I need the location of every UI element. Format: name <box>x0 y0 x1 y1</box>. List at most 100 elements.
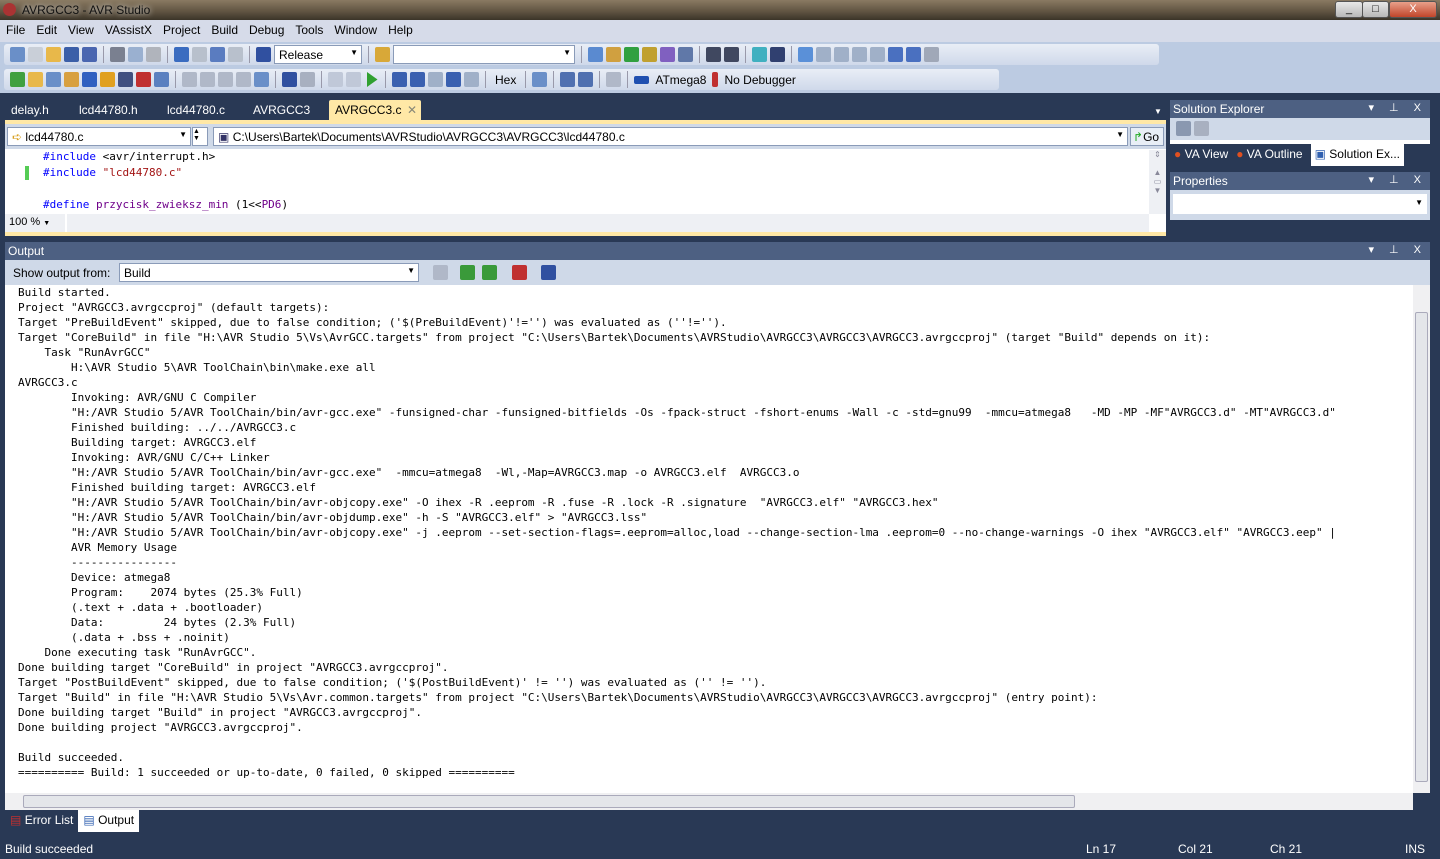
stop-icon[interactable] <box>300 72 315 87</box>
pane-controls[interactable]: ▾ ⊥ X <box>1368 173 1427 186</box>
editor-horizontal-scrollbar[interactable] <box>67 214 1149 232</box>
maximize-button[interactable]: □ <box>1362 1 1389 18</box>
surround-icon[interactable] <box>118 72 133 87</box>
debugger-button[interactable]: No Debugger <box>721 73 798 87</box>
increase-indent-icon[interactable] <box>724 47 739 62</box>
play-icon[interactable] <box>367 72 378 87</box>
paste-snippet-icon[interactable] <box>154 72 169 87</box>
menu-vassistx[interactable]: VAssistX <box>99 20 157 37</box>
menu-build[interactable]: Build <box>205 20 243 37</box>
keyboard-icon[interactable] <box>578 72 594 87</box>
menu-project[interactable]: Project <box>157 20 205 37</box>
close-button[interactable]: X <box>1389 1 1437 18</box>
next-bookmark-doc-icon[interactable] <box>906 47 921 62</box>
tab-avrgcc3-c[interactable]: AVRGCC3.c ✕ <box>329 100 421 120</box>
prev-bookmark-icon[interactable] <box>816 47 831 62</box>
menu-file[interactable]: File <box>0 20 30 37</box>
find-message-icon[interactable] <box>433 265 448 280</box>
minimize-button[interactable]: _ <box>1335 1 1363 18</box>
erase-icon[interactable] <box>606 72 622 87</box>
undo-icon[interactable] <box>174 47 189 62</box>
step-into-icon[interactable] <box>392 72 407 87</box>
registers-icon[interactable] <box>218 72 233 87</box>
tab-output[interactable]: ▤ Output <box>78 810 140 832</box>
output-source-select[interactable]: Build ▼ <box>119 263 419 282</box>
tab-solution-explorer[interactable]: ▣ Solution Ex... <box>1310 144 1404 166</box>
output-text[interactable]: Build started. Project "AVRGCC3.avrgccpro… <box>5 285 1413 793</box>
menu-debug[interactable]: Debug <box>243 20 289 37</box>
start-debugging-icon[interactable] <box>256 47 271 62</box>
device-programming-icon[interactable] <box>46 72 61 87</box>
copy-icon[interactable] <box>128 47 143 62</box>
find-in-files-icon[interactable] <box>375 47 390 62</box>
class-view-icon[interactable] <box>642 47 657 62</box>
prev-bookmark-doc-icon[interactable] <box>888 47 903 62</box>
window-icon[interactable] <box>678 47 693 62</box>
scrollbar-thumb[interactable] <box>23 795 1075 808</box>
spell-check-icon[interactable] <box>136 72 151 87</box>
run-to-cursor-icon[interactable] <box>446 72 461 87</box>
find-symbol-icon[interactable] <box>588 47 603 62</box>
pause-icon[interactable] <box>346 72 361 87</box>
next-bookmark-icon[interactable] <box>834 47 849 62</box>
add-item-icon[interactable] <box>28 47 43 62</box>
prev-bookmark-folder-icon[interactable] <box>852 47 867 62</box>
step-over-icon[interactable] <box>410 72 425 87</box>
tab-lcd44780-h[interactable]: lcd44780.h <box>73 100 144 120</box>
tab-va-view[interactable]: ● VA View <box>1174 147 1228 163</box>
paste-icon[interactable] <box>146 47 161 62</box>
cut-icon[interactable] <box>110 47 125 62</box>
device-button[interactable]: ATmega8 <box>652 73 709 87</box>
command-window-icon[interactable] <box>660 47 675 62</box>
menu-view[interactable]: View <box>62 20 99 37</box>
new-project-icon[interactable] <box>10 47 25 62</box>
tab-avrgcc3[interactable]: AVRGCC3 <box>247 100 316 120</box>
previous-message-icon[interactable] <box>460 265 475 280</box>
breakpoints-icon[interactable] <box>532 72 548 87</box>
code-editor[interactable]: ➪ lcd44780.c ▼ ▲ ▼ ▣ C:\Users\Bartek\Docum… <box>5 120 1166 236</box>
menu-window[interactable]: Window <box>328 20 382 37</box>
next-bookmark-folder-icon[interactable] <box>870 47 885 62</box>
menu-help[interactable]: Help <box>382 20 418 37</box>
comment-icon[interactable] <box>752 47 767 62</box>
scope-select[interactable]: ➪ lcd44780.c ▼ <box>7 127 191 146</box>
reset-icon[interactable] <box>464 72 479 87</box>
editor-vertical-scrollbar[interactable]: ⇕ ▲ ▭ ▼ <box>1149 150 1166 214</box>
open-folder-icon[interactable] <box>28 72 43 87</box>
find-icon[interactable] <box>64 72 79 87</box>
bookmark-icon[interactable] <box>798 47 813 62</box>
scope-spinner[interactable]: ▲ ▼ <box>192 127 208 146</box>
tab-delay-h[interactable]: delay.h <box>5 100 55 120</box>
file-path-select[interactable]: ▣ C:\Users\Bartek\Documents\AVRStudio\AV… <box>213 127 1128 146</box>
redo-icon[interactable] <box>192 47 207 62</box>
menu-tools[interactable]: Tools <box>289 20 328 37</box>
tab-error-list[interactable]: ▤ Error List <box>5 810 78 832</box>
menu-edit[interactable]: Edit <box>30 20 62 37</box>
pane-controls[interactable]: ▾ ⊥ X <box>1368 101 1427 114</box>
configuration-select[interactable]: Release ▼ <box>274 45 362 64</box>
processor-icon[interactable] <box>254 72 269 87</box>
start-debug-break-icon[interactable] <box>282 72 297 87</box>
decrease-indent-icon[interactable] <box>706 47 721 62</box>
toolbox-icon[interactable] <box>624 47 639 62</box>
hex-toggle[interactable]: Hex <box>492 73 519 87</box>
refactor-icon[interactable] <box>100 72 115 87</box>
properties-icon[interactable] <box>1194 121 1210 136</box>
open-file-icon[interactable] <box>46 47 61 62</box>
io-view-icon[interactable] <box>236 72 251 87</box>
close-tab-icon[interactable]: ✕ <box>407 103 417 117</box>
memory-icon[interactable] <box>200 72 215 87</box>
navigate-backward-icon[interactable] <box>210 47 225 62</box>
step-arrow-icon[interactable] <box>328 72 343 87</box>
clear-bookmarks-icon[interactable] <box>924 47 939 62</box>
save-icon[interactable] <box>64 47 79 62</box>
scrollbar-thumb[interactable] <box>1415 312 1428 782</box>
rename-icon[interactable] <box>82 72 97 87</box>
tab-lcd44780-c[interactable]: lcd44780.c <box>161 100 231 120</box>
watch-icon[interactable] <box>182 72 197 87</box>
clear-all-icon[interactable] <box>512 265 527 280</box>
show-all-files-icon[interactable] <box>1176 121 1191 136</box>
save-all-icon[interactable] <box>82 47 97 62</box>
output-vertical-scrollbar[interactable] <box>1413 285 1430 793</box>
output-horizontal-scrollbar[interactable] <box>5 793 1413 810</box>
